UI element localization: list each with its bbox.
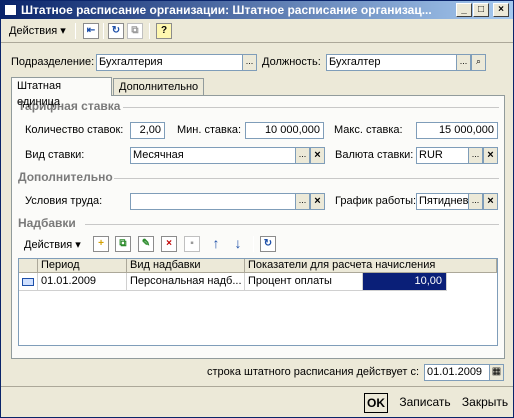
section-divider <box>85 224 499 225</box>
min-rate-field[interactable]: 10 000,000 <box>245 122 324 139</box>
row-record-icon <box>22 278 34 286</box>
schedule-field[interactable]: Пятиднев <box>416 193 469 210</box>
department-label: Подразделение: <box>11 56 95 68</box>
back-icon[interactable]: ⇤ <box>83 23 99 39</box>
refresh-icon[interactable]: ↻ <box>108 23 124 39</box>
footer-divider <box>1 386 513 387</box>
effective-date-label: строка штатного расписания действует с: <box>207 366 420 378</box>
cell-period[interactable]: 01.01.2009 <box>38 273 127 291</box>
window-icon <box>4 4 17 16</box>
rate-count-field[interactable]: 2,00 <box>130 122 165 139</box>
toolbar-separator <box>75 23 76 39</box>
max-rate-label: Макс. ставка: <box>334 124 403 136</box>
column-header-period[interactable]: Период <box>38 259 127 273</box>
currency-select-button[interactable]: ... <box>468 147 483 164</box>
window-title: Штатное расписание организации: Штатное … <box>21 3 432 17</box>
copy-row-icon[interactable]: ⧉ <box>115 236 131 252</box>
window: Штатное расписание организации: Штатное … <box>0 0 514 418</box>
cell-indicator-value[interactable]: 10,00 <box>363 273 447 291</box>
help-label: ? <box>160 25 168 36</box>
table-row[interactable]: 01.01.2009 Персональная надб... Процент … <box>19 273 497 291</box>
cell-indicator[interactable]: Процент оплаты <box>245 273 363 291</box>
work-conditions-field[interactable] <box>130 193 296 210</box>
move-down-icon[interactable]: ↓ <box>230 236 246 252</box>
allowances-section-title: Надбавки <box>18 216 76 230</box>
allowances-actions-label: Действия <box>24 239 73 251</box>
actions-menu-button[interactable]: Действия ▾ <box>5 22 70 40</box>
min-rate-label: Мин. ставка: <box>177 124 242 136</box>
tab-staff-unit[interactable]: Штатная единица <box>11 77 112 108</box>
rate-count-label: Количество ставок: <box>25 124 124 136</box>
move-up-icon[interactable]: ↑ <box>208 236 224 252</box>
department-select-button[interactable]: ... <box>242 54 257 71</box>
work-conditions-label: Условия труда: <box>25 195 103 207</box>
delete-row-icon[interactable]: × <box>161 236 177 252</box>
recalculate-icon[interactable]: ↻ <box>260 236 276 252</box>
save-button[interactable]: Записать <box>397 393 453 413</box>
column-header-indicators[interactable]: Показатели для расчета начисления <box>245 259 497 273</box>
allowances-table[interactable]: Период Вид надбавки Показатели для расче… <box>18 258 498 346</box>
rate-type-label: Вид ставки: <box>25 149 85 161</box>
currency-label: Валюта ставки: <box>335 149 414 161</box>
minimize-button[interactable]: _ <box>456 3 472 17</box>
rate-type-select-button[interactable]: ... <box>295 147 310 164</box>
rate-type-clear-icon[interactable]: × <box>310 147 325 164</box>
add-row-icon[interactable]: + <box>93 236 109 252</box>
toolbar-separator <box>149 23 150 39</box>
allowances-actions-button[interactable]: Действия ▾ <box>20 236 85 254</box>
column-header-allowance-type[interactable]: Вид надбавки <box>127 259 245 273</box>
position-select-button[interactable]: ... <box>456 54 471 71</box>
schedule-select-button[interactable]: ... <box>468 193 483 210</box>
ok-button[interactable]: OK <box>364 393 388 413</box>
cell-allowance-type[interactable]: Персональная надб... <box>127 273 245 291</box>
position-label: Должность: <box>262 56 321 68</box>
max-rate-field[interactable]: 15 000,000 <box>416 122 498 139</box>
toolbar-separator <box>253 236 254 252</box>
position-field[interactable]: Бухгалтер <box>326 54 457 71</box>
position-open-icon[interactable]: ⌕ <box>471 54 486 71</box>
department-field[interactable]: Бухгалтерия <box>96 54 243 71</box>
actions-menu-label: Действия <box>9 25 58 37</box>
close-window-button[interactable]: × <box>493 3 509 17</box>
toolbar <box>1 19 513 43</box>
maximize-button[interactable]: □ <box>473 3 489 17</box>
section-divider <box>114 178 499 179</box>
tab-additional[interactable]: Дополнительно <box>113 78 204 96</box>
schedule-label: График работы: <box>335 195 417 207</box>
currency-clear-icon[interactable]: × <box>483 147 498 164</box>
close-button[interactable]: Закрыть <box>461 393 509 413</box>
calendar-icon[interactable]: ▦ <box>489 364 504 381</box>
toolbar-separator <box>103 23 104 39</box>
work-conditions-select-button[interactable]: ... <box>295 193 310 210</box>
effective-date-field[interactable]: 01.01.2009 <box>424 364 490 381</box>
row-icon-cell <box>19 273 38 291</box>
end-edit-icon[interactable]: ▪ <box>184 236 200 252</box>
currency-field[interactable]: RUR <box>416 147 469 164</box>
table-header-corner <box>19 259 38 273</box>
title-bar: Штатное расписание организации: Штатное … <box>1 1 513 19</box>
additional-section-title: Дополнительно <box>18 170 113 184</box>
schedule-clear-icon[interactable]: × <box>483 193 498 210</box>
section-divider <box>123 107 499 108</box>
help-icon[interactable]: ? <box>156 23 172 39</box>
copy-icon[interactable]: ⧉ <box>127 23 143 39</box>
work-conditions-clear-icon[interactable]: × <box>310 193 325 210</box>
edit-row-icon[interactable]: ✎ <box>138 236 154 252</box>
rate-type-field[interactable]: Месячная <box>130 147 296 164</box>
